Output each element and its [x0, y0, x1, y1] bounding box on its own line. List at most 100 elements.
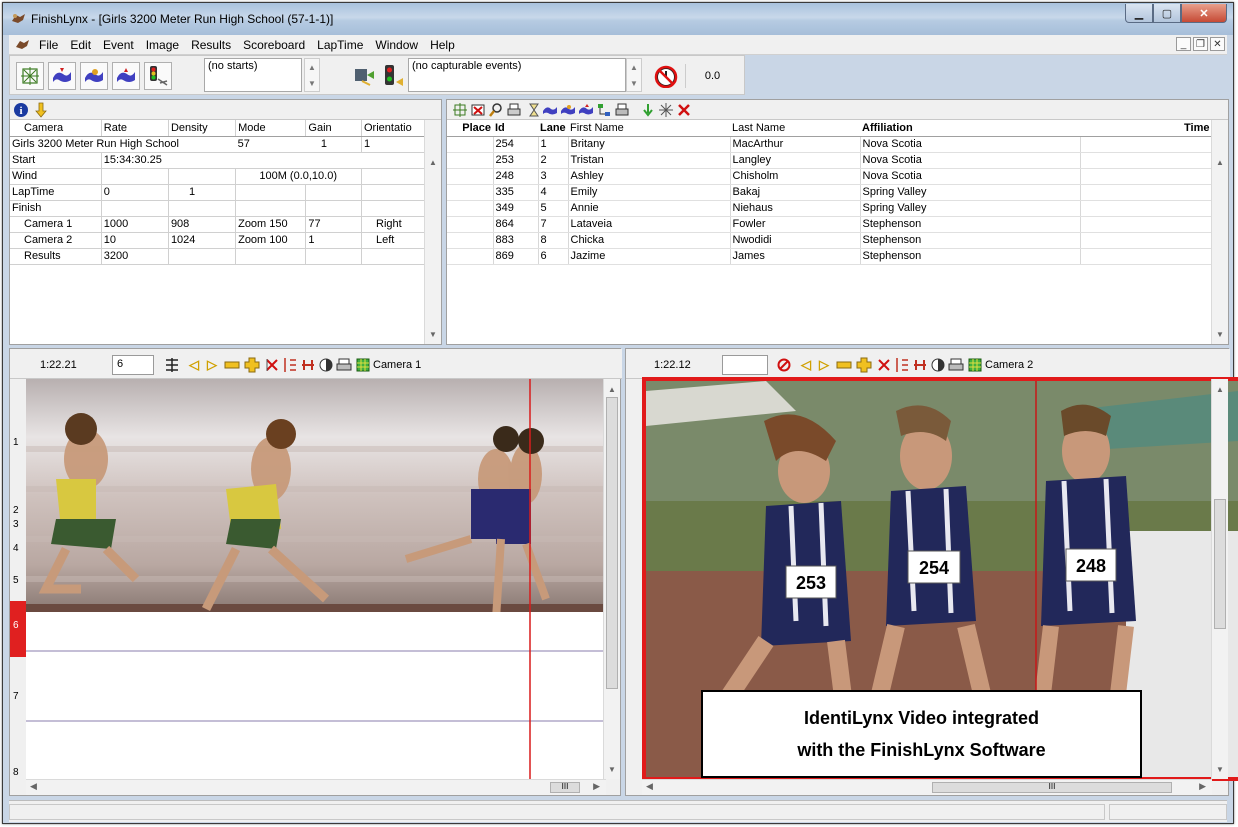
open-event-button[interactable]: [48, 62, 76, 90]
menu-file[interactable]: File: [33, 38, 64, 52]
contrast-icon[interactable]: [930, 357, 946, 373]
zoom-out-icon[interactable]: [224, 357, 240, 373]
capture-icon[interactable]: [451, 101, 469, 119]
scroll-down-arrow[interactable]: ▼: [1212, 761, 1228, 777]
camera2-vscroll[interactable]: ▲ ▼: [1211, 379, 1228, 779]
results-row[interactable]: 349 5 Annie Niehaus Spring Valley: [447, 200, 1212, 217]
menu-scoreboard[interactable]: Scoreboard: [237, 38, 311, 52]
event-row-finish[interactable]: Finish: [10, 200, 425, 217]
sync-icon[interactable]: [894, 357, 910, 373]
delete-image-icon[interactable]: [469, 101, 487, 119]
scroll-right-arrow[interactable]: ▶: [1199, 781, 1206, 792]
camera1-lane-input[interactable]: 6: [112, 355, 154, 375]
no-entry-icon[interactable]: [776, 357, 792, 373]
capture-mode-button[interactable]: [16, 62, 44, 90]
previous-event-small-icon[interactable]: [577, 101, 595, 119]
no-timer-button[interactable]: [652, 62, 680, 90]
event-row-title[interactable]: Girls 3200 Meter Run High School 57 1 1: [10, 136, 425, 153]
col-id[interactable]: Id: [493, 120, 538, 137]
start-sensor-button[interactable]: [144, 62, 172, 90]
col-time[interactable]: Time: [1080, 120, 1212, 137]
zoom-in-icon[interactable]: [244, 357, 260, 373]
menu-event[interactable]: Event: [97, 38, 140, 52]
sync-icon[interactable]: [282, 357, 298, 373]
scroll-left-arrow[interactable]: ◀: [30, 781, 37, 792]
sparkle-icon[interactable]: [657, 101, 675, 119]
col-lane[interactable]: Lane: [538, 120, 568, 137]
arm-button[interactable]: [380, 62, 408, 90]
delete-frame-icon[interactable]: [264, 357, 280, 373]
printer-icon[interactable]: [613, 101, 631, 119]
split-icon[interactable]: [912, 357, 928, 373]
print-image-icon[interactable]: [948, 357, 964, 373]
grid-icon[interactable]: [355, 357, 371, 373]
event-row-wind[interactable]: Wind 100M (0.0,10.0): [10, 168, 425, 185]
results-row[interactable]: 869 6 Jazime James Stephenson: [447, 248, 1212, 265]
event-row-start[interactable]: Start 15:34:30.25: [10, 152, 425, 169]
zoom-out-icon[interactable]: [836, 357, 852, 373]
scroll-down-arrow[interactable]: ▼: [604, 761, 620, 777]
split-icon[interactable]: [300, 357, 316, 373]
next-event-button[interactable]: [80, 62, 108, 90]
scroll-up-arrow[interactable]: ▲: [604, 381, 620, 397]
scroll-up-arrow[interactable]: ▲: [1212, 154, 1228, 170]
col-last-name[interactable]: Last Name: [730, 120, 860, 137]
close-button[interactable]: ✕: [1181, 4, 1227, 23]
scroll-thumb[interactable]: III: [932, 782, 1172, 793]
results-row[interactable]: 254 1 Britany MacArthur Nova Scotia: [447, 136, 1212, 153]
scroll-thumb[interactable]: [1214, 499, 1226, 629]
right-arrow-icon[interactable]: ▷: [204, 357, 220, 373]
scroll-left-arrow[interactable]: ◀: [646, 781, 653, 792]
align-icon[interactable]: [164, 357, 180, 373]
print-icon[interactable]: [505, 101, 523, 119]
lane-selected[interactable]: 6: [10, 601, 26, 657]
left-arrow-icon[interactable]: ◁: [186, 357, 202, 373]
sort-down-icon[interactable]: [32, 101, 50, 119]
menu-image[interactable]: Image: [140, 38, 185, 52]
capture-spinner[interactable]: ▲ ▼: [626, 58, 642, 92]
col-camera[interactable]: Camera: [10, 120, 102, 137]
delete-frame-icon[interactable]: [876, 357, 892, 373]
mdi-close-button[interactable]: ✕: [1210, 37, 1225, 51]
col-first-name[interactable]: First Name: [568, 120, 730, 137]
results-row[interactable]: 335 4 Emily Bakaj Spring Valley: [447, 184, 1212, 201]
mdi-restore-button[interactable]: ❐: [1193, 37, 1208, 51]
col-place[interactable]: Place: [447, 120, 493, 137]
clear-icon[interactable]: [675, 101, 693, 119]
col-density[interactable]: Density: [168, 120, 237, 137]
contrast-icon[interactable]: [318, 357, 334, 373]
results-row[interactable]: 253 2 Tristan Langley Nova Scotia: [447, 152, 1212, 169]
scroll-right-arrow[interactable]: ▶: [593, 781, 600, 792]
col-orientation[interactable]: Orientatio: [361, 120, 425, 137]
col-gain[interactable]: Gain: [305, 120, 362, 137]
event-panel-scrollbar[interactable]: ▲ ▼: [424, 120, 441, 344]
grid-icon[interactable]: [967, 357, 983, 373]
menu-help[interactable]: Help: [424, 38, 461, 52]
insert-icon[interactable]: [639, 101, 657, 119]
scroll-thumb[interactable]: [606, 397, 618, 689]
starts-spinner[interactable]: ▲ ▼: [304, 58, 320, 92]
col-rate[interactable]: Rate: [101, 120, 169, 137]
results-scrollbar[interactable]: ▲ ▼: [1211, 120, 1228, 344]
event-row-camera2[interactable]: Camera 2 10 1024 Zoom 100 1 Left: [10, 232, 425, 249]
previous-event-button[interactable]: [112, 62, 140, 90]
app-menu-icon[interactable]: [15, 38, 31, 52]
results-row[interactable]: 864 7 Lataveia Fowler Stephenson: [447, 216, 1212, 233]
left-arrow-icon[interactable]: ◁: [798, 357, 814, 373]
maximize-button[interactable]: ▢: [1153, 4, 1181, 23]
menu-results[interactable]: Results: [185, 38, 237, 52]
camera1-vscroll[interactable]: ▲ ▼: [603, 379, 620, 779]
zoom-in-icon[interactable]: [856, 357, 872, 373]
col-affiliation[interactable]: Affiliation: [860, 120, 1080, 137]
camera2-lane-input[interactable]: [722, 355, 768, 375]
menu-edit[interactable]: Edit: [64, 38, 97, 52]
minimize-button[interactable]: ▁: [1125, 4, 1153, 23]
scroll-thumb[interactable]: III: [550, 782, 580, 793]
results-row[interactable]: 883 8 Chicka Nwodidi Stephenson: [447, 232, 1212, 249]
info-icon[interactable]: i: [12, 101, 30, 119]
next-event-small-icon[interactable]: [559, 101, 577, 119]
results-row[interactable]: 248 3 Ashley Chisholm Nova Scotia: [447, 168, 1212, 185]
scroll-up-arrow[interactable]: ▲: [1212, 381, 1228, 397]
right-arrow-icon[interactable]: ▷: [816, 357, 832, 373]
col-mode[interactable]: Mode: [235, 120, 307, 137]
